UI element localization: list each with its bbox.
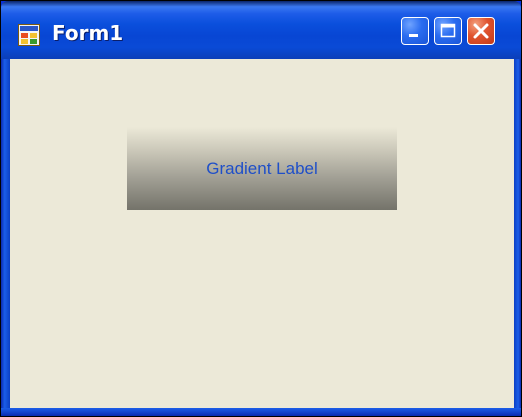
close-button[interactable] (467, 17, 495, 45)
close-icon (473, 23, 489, 39)
maximize-button[interactable] (434, 17, 462, 45)
window-frame-bottom (1, 408, 521, 416)
form-app-icon[interactable] (18, 24, 40, 46)
title-bar[interactable]: Form1 (1, 1, 521, 59)
form-client-area (10, 59, 514, 408)
window-title: Form1 (52, 21, 124, 45)
maximize-icon (440, 23, 456, 38)
minimize-icon (409, 34, 418, 37)
gradient-label-text: Gradient Label (206, 158, 318, 178)
app-window: Form1 Gradient Label (0, 0, 522, 417)
window-frame-left (1, 59, 10, 416)
window-frame-right (514, 59, 521, 416)
minimize-button[interactable] (401, 17, 429, 45)
gradient-label: Gradient Label (127, 127, 397, 210)
